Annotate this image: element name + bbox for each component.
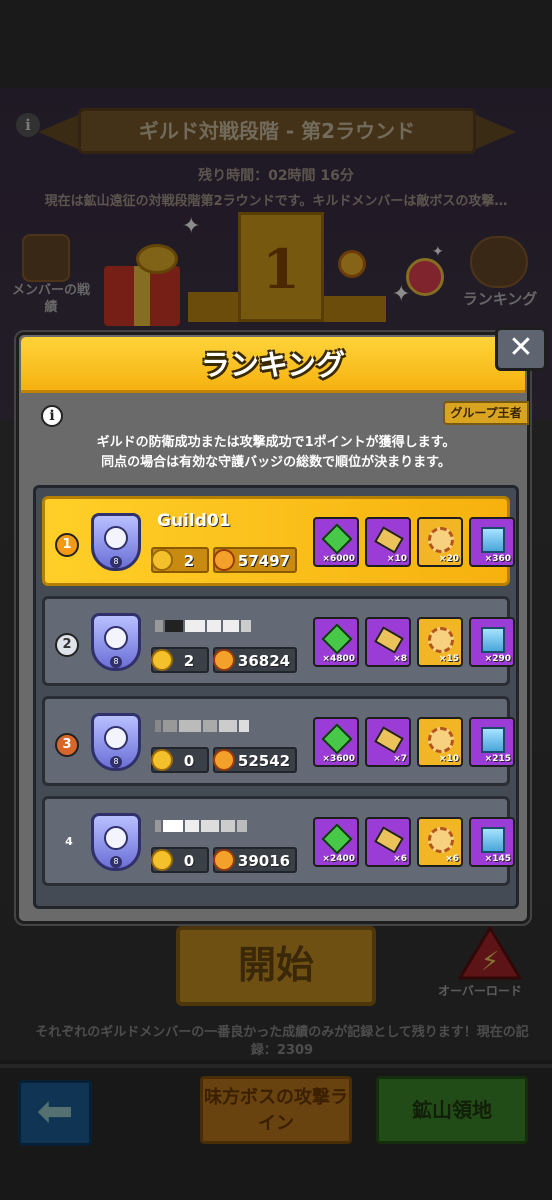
reward-gear[interactable]: ×15 xyxy=(417,617,463,667)
points-value: 0 xyxy=(183,852,195,870)
chip-icon xyxy=(374,726,404,754)
ranking-list: 1 8 Guild01 2 57497 ×6000 ×10 ×20 ×360 2… xyxy=(33,485,519,909)
emerald-icon xyxy=(321,623,353,655)
gear-part-icon xyxy=(428,827,454,853)
reward-qty: ×6 xyxy=(445,854,459,864)
description-line: 同点の場合は有効な守護バッジの総数で順位が決まります。 xyxy=(101,455,451,470)
power-value: 52542 xyxy=(237,752,291,770)
emerald-icon xyxy=(321,823,353,855)
guild-emblem-icon: 8 xyxy=(91,513,141,571)
group-champion-tag[interactable]: グループ王者 xyxy=(443,401,529,425)
ranking-row[interactable]: 3 8 0 52542 ×3600 ×7 ×10 ×215 xyxy=(42,696,515,786)
power-value: 57497 xyxy=(237,552,291,570)
ranking-description: ギルドの防衛成功または攻撃成功で1ポイントが獲得します。 同点の場合は有効な守護… xyxy=(39,433,513,473)
chip-icon xyxy=(374,526,404,554)
reward-qty: ×20 xyxy=(438,554,459,564)
points-icon xyxy=(151,749,173,771)
reward-qty: ×4800 xyxy=(322,654,355,664)
reward-qty: ×215 xyxy=(484,754,511,764)
reward-qty: ×290 xyxy=(484,654,511,664)
badge-medal-icon xyxy=(213,549,235,571)
reward-cube[interactable]: ×145 xyxy=(469,817,515,867)
gear-part-icon xyxy=(428,627,454,653)
reward-emerald[interactable]: ×4800 xyxy=(313,617,359,667)
points-box: 0 xyxy=(151,747,209,773)
cube-icon xyxy=(481,527,505,553)
reward-qty: ×3600 xyxy=(322,754,355,764)
reward-qty: ×15 xyxy=(438,654,459,664)
guild-emblem-icon: 8 xyxy=(91,613,141,671)
ranking-row[interactable]: 2 8 2 36824 ×4800 ×8 ×15 ×290 xyxy=(42,596,515,686)
reward-cube[interactable]: ×290 xyxy=(469,617,515,667)
cube-icon xyxy=(481,827,505,853)
reward-chip[interactable]: ×8 xyxy=(365,617,411,667)
reward-qty: ×6000 xyxy=(322,554,355,564)
reward-qty: ×10 xyxy=(386,554,407,564)
reward-cube[interactable]: ×360 xyxy=(469,517,515,567)
points-value: 0 xyxy=(183,752,195,770)
guild-emblem-icon: 8 xyxy=(91,813,141,871)
badge-medal-icon xyxy=(213,649,235,671)
masked-guild-name xyxy=(155,617,265,633)
reward-emerald[interactable]: ×2400 xyxy=(313,817,359,867)
gear-part-icon xyxy=(428,527,454,553)
emerald-icon xyxy=(321,523,353,555)
reward-qty: ×6 xyxy=(393,854,407,864)
rank-badge: 2 xyxy=(55,633,79,657)
reward-emerald[interactable]: ×3600 xyxy=(313,717,359,767)
points-box: 2 xyxy=(151,647,209,673)
badge-medal-icon xyxy=(213,849,235,871)
badge-medal-icon xyxy=(213,749,235,771)
points-box: 0 xyxy=(151,847,209,873)
power-box: 57497 xyxy=(213,547,297,573)
reward-qty: ×2400 xyxy=(322,854,355,864)
reward-qty: ×8 xyxy=(393,654,407,664)
reward-qty: ×7 xyxy=(393,754,407,764)
reward-qty: ×145 xyxy=(484,854,511,864)
power-box: 52542 xyxy=(213,747,297,773)
power-box: 36824 xyxy=(213,647,297,673)
cube-icon xyxy=(481,627,505,653)
points-icon xyxy=(151,549,173,571)
cube-icon xyxy=(481,727,505,753)
points-value: 2 xyxy=(183,652,195,670)
reward-qty: ×360 xyxy=(484,554,511,564)
modal-title: ランキング xyxy=(200,348,346,382)
emerald-icon xyxy=(321,723,353,755)
power-value: 39016 xyxy=(237,852,291,870)
ranking-modal: ランキング ✕ i グループ王者 ギルドの防衛成功または攻撃成功で1ポイントが獲… xyxy=(16,327,547,924)
gear-part-icon xyxy=(428,727,454,753)
close-button[interactable]: ✕ xyxy=(495,327,547,371)
reward-gear[interactable]: ×10 xyxy=(417,717,463,767)
rank-badge: 3 xyxy=(55,733,79,757)
description-line: ギルドの防衛成功または攻撃成功で1ポイントが獲得します。 xyxy=(96,435,456,450)
reward-cube[interactable]: ×215 xyxy=(469,717,515,767)
points-icon xyxy=(151,649,173,671)
reward-chip[interactable]: ×7 xyxy=(365,717,411,767)
power-value: 36824 xyxy=(237,652,291,670)
reward-qty: ×10 xyxy=(438,754,459,764)
reward-chip[interactable]: ×6 xyxy=(365,817,411,867)
reward-chip[interactable]: ×10 xyxy=(365,517,411,567)
points-icon xyxy=(151,849,173,871)
info-icon[interactable]: i xyxy=(41,405,63,427)
guild-name: Guild01 xyxy=(157,511,231,531)
masked-guild-name xyxy=(155,717,265,733)
chip-icon xyxy=(374,826,404,854)
chip-icon xyxy=(374,626,404,654)
points-box: 2 xyxy=(151,547,209,573)
reward-emerald[interactable]: ×6000 xyxy=(313,517,359,567)
rank-badge: 1 xyxy=(55,533,79,557)
points-value: 2 xyxy=(183,552,195,570)
ranking-row[interactable]: 1 8 Guild01 2 57497 ×6000 ×10 ×20 ×360 xyxy=(42,496,515,586)
power-box: 39016 xyxy=(213,847,297,873)
rank-number: 4 xyxy=(65,835,73,848)
masked-guild-name xyxy=(155,817,265,833)
reward-gear[interactable]: ×20 xyxy=(417,517,463,567)
ranking-row[interactable]: 4 8 0 39016 ×2400 ×6 ×6 ×145 xyxy=(42,796,515,886)
reward-gear[interactable]: ×6 xyxy=(417,817,463,867)
guild-emblem-icon: 8 xyxy=(91,713,141,771)
modal-header: ランキング xyxy=(21,337,525,393)
